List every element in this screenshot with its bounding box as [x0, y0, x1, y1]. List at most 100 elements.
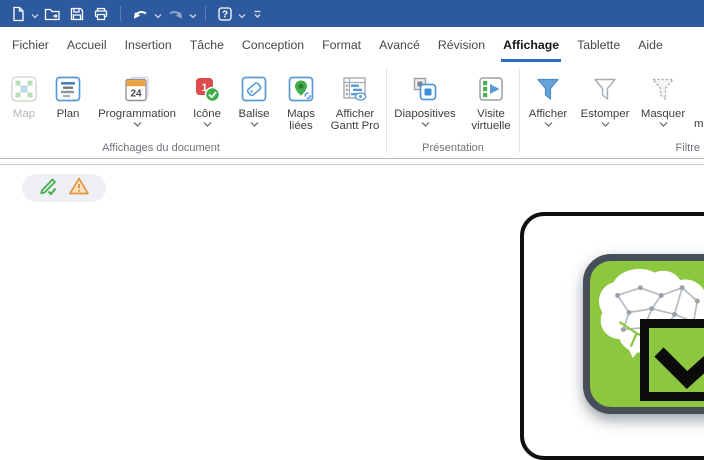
- new-document-button[interactable]: [6, 2, 30, 26]
- ribbon-button-label: Map: [13, 108, 35, 120]
- tag-view-icon: [240, 73, 268, 105]
- tab-insertion[interactable]: Insertion: [116, 27, 181, 63]
- checkmark-icon: [649, 328, 704, 392]
- slides-button[interactable]: Diapositives: [387, 73, 463, 127]
- tab-aide[interactable]: Aide: [629, 27, 672, 63]
- ribbon-button-label: Afficher: [529, 108, 567, 120]
- chevron-down-icon: [250, 122, 259, 127]
- tab-avance[interactable]: Avancé: [370, 27, 429, 63]
- ribbon-group-presentation: Diapositives Visite virtuelle: [387, 63, 519, 158]
- quick-access-toolbar: ?: [0, 0, 704, 27]
- hide-filter-button[interactable]: Masquer: [634, 73, 692, 127]
- map-canvas[interactable]: [0, 165, 704, 460]
- chevron-down-icon: [189, 13, 197, 19]
- ribbon-button-label: Programmation: [98, 108, 176, 120]
- help-button[interactable]: ?: [213, 2, 237, 26]
- icon-view-button[interactable]: 1 Icône: [184, 73, 230, 127]
- tab-accueil[interactable]: Accueil: [58, 27, 116, 63]
- schedule-view-icon: 24: [123, 73, 151, 105]
- linked-maps-icon: [287, 73, 315, 105]
- tab-conception[interactable]: Conception: [233, 27, 313, 63]
- chevron-down-icon: [31, 13, 39, 19]
- tab-tache[interactable]: Tâche: [181, 27, 233, 63]
- slides-icon: [411, 73, 439, 105]
- ribbon-button-label: Estomper: [581, 108, 630, 120]
- outline-view-button[interactable]: Plan: [46, 73, 90, 120]
- ribbon-group-label: Présentation: [387, 140, 519, 158]
- show-filter-icon: [534, 73, 562, 105]
- virtual-tour-icon: [477, 73, 505, 105]
- ribbon-group-label: Affichages du document: [2, 140, 386, 158]
- undo-button[interactable]: [128, 2, 153, 26]
- open-folder-icon: [44, 6, 61, 22]
- tab-fichier[interactable]: Fichier: [3, 27, 58, 63]
- gantt-pro-icon: [341, 73, 369, 105]
- chevron-down-icon: [203, 122, 212, 127]
- new-document-icon: [10, 6, 26, 22]
- ribbon-button-label: mu: [692, 118, 704, 130]
- ribbon-tab-bar: Fichier Accueil Insertion Tâche Concepti…: [0, 27, 704, 63]
- new-document-dropdown[interactable]: [30, 4, 40, 26]
- icon-view-icon: 1: [193, 73, 221, 105]
- status-indicator-pill[interactable]: [22, 174, 106, 202]
- save-button[interactable]: [65, 2, 89, 26]
- undo-dropdown[interactable]: [153, 4, 163, 26]
- ribbon-group-label: Filtre: [520, 140, 704, 158]
- dim-filter-button[interactable]: Estomper: [576, 73, 634, 127]
- customize-toolbar-icon: [251, 7, 264, 21]
- ribbon-group-filtre: Afficher Estomper: [520, 63, 704, 158]
- ribbon-button-label: Icône: [193, 108, 221, 120]
- topic-image-frame[interactable]: [520, 212, 704, 460]
- application-window: ? Fichier Accueil Insertion Tâche Concep…: [0, 0, 704, 460]
- show-filter-button[interactable]: Afficher: [520, 73, 576, 127]
- redo-icon: [167, 6, 184, 22]
- map-view-button[interactable]: Map: [2, 73, 46, 120]
- checkmark-box: [640, 319, 704, 401]
- toolbar-separator: [205, 6, 206, 21]
- print-icon: [93, 6, 109, 22]
- tab-format[interactable]: Format: [313, 27, 370, 63]
- linked-maps-button[interactable]: Maps liées: [278, 73, 324, 132]
- chevron-down-icon: [601, 122, 610, 127]
- save-icon: [69, 6, 85, 22]
- ribbon-button-label: Visite virtuelle: [463, 108, 519, 132]
- svg-text:?: ?: [222, 9, 228, 20]
- redo-button[interactable]: [163, 2, 188, 26]
- customize-quick-access-button[interactable]: [247, 2, 268, 26]
- ribbon: Map Plan: [0, 63, 704, 158]
- map-view-icon: [10, 73, 38, 105]
- dim-filter-icon: [591, 73, 619, 105]
- tab-tablette[interactable]: Tablette: [568, 27, 629, 63]
- chevron-down-icon: [544, 122, 553, 127]
- redo-dropdown[interactable]: [188, 4, 198, 26]
- ribbon-button-label: Diapositives: [394, 108, 455, 120]
- toolbar-separator: [120, 6, 121, 21]
- chevron-down-icon: [659, 122, 668, 127]
- hide-filter-icon: [649, 73, 677, 105]
- ribbon-button-partial[interactable]: mu: [692, 73, 704, 130]
- tab-revision[interactable]: Révision: [429, 27, 494, 63]
- tag-view-button[interactable]: Balise: [230, 73, 278, 127]
- virtual-tour-button[interactable]: Visite virtuelle: [463, 73, 519, 132]
- ribbon-button-label: Maps liées: [278, 108, 324, 132]
- ribbon-bottom-border: [0, 158, 704, 165]
- outline-view-icon: [54, 73, 82, 105]
- warning-triangle-icon: [68, 176, 90, 201]
- chevron-down-icon: [154, 13, 162, 19]
- help-dropdown[interactable]: [237, 4, 247, 26]
- chevron-down-icon: [421, 122, 430, 127]
- ribbon-group-affichages-du-document: Map Plan: [2, 63, 386, 158]
- schedule-view-button[interactable]: 24 Programmation: [90, 73, 184, 127]
- show-gantt-pro-button[interactable]: Afficher Gantt Pro: [324, 73, 386, 132]
- chevron-down-icon: [238, 13, 246, 19]
- ribbon-button-label: Balise: [238, 108, 269, 120]
- help-icon: ?: [217, 6, 233, 22]
- print-button[interactable]: [89, 2, 113, 26]
- ribbon-button-label: Afficher Gantt Pro: [324, 108, 386, 132]
- svg-text:24: 24: [130, 89, 142, 100]
- open-button[interactable]: [40, 2, 65, 26]
- chevron-down-icon: [133, 122, 142, 127]
- undo-icon: [132, 6, 149, 22]
- tab-affichage[interactable]: Affichage: [494, 27, 568, 63]
- pen-edit-check-icon: [38, 176, 59, 201]
